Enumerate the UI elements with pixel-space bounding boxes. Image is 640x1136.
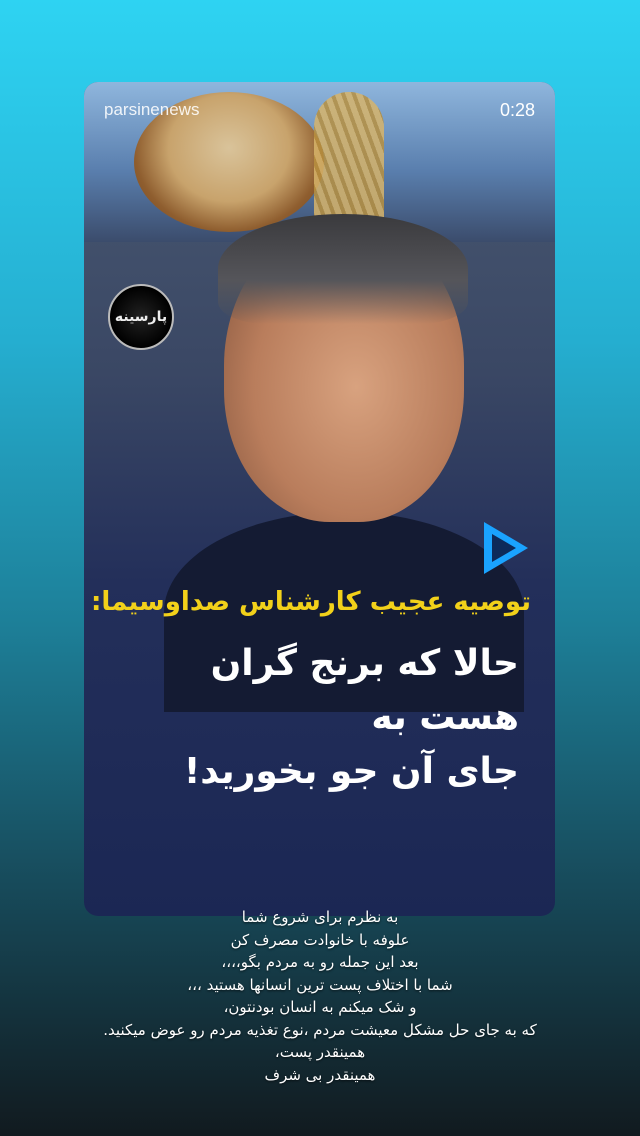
headline: حالا که برنج گران هست به جای آن جو بخوری…: [99, 637, 519, 799]
video-timer: 0:28: [499, 100, 535, 120]
caption-line: همینقدر پست،: [274, 1043, 366, 1061]
headline-line: حالا که برنج گران هست به: [210, 643, 519, 738]
account-watermark: parsinenews: [104, 100, 200, 119]
play-logo-icon: [484, 522, 528, 574]
caption-line: به نظرم برای شروع شما: [241, 908, 399, 926]
parsine-logo-icon: پارسینه: [108, 284, 174, 350]
caption-line: علوفه با خانوادت مصرف کن: [230, 930, 410, 949]
caption-line: شما با اختلاف پست ترین انسانها هستید ،،،: [187, 975, 453, 994]
caption-line: بعد این جمله رو به مردم بگو،،،،: [221, 953, 419, 971]
logo-text: پارسینه: [114, 309, 168, 325]
caption-line: همینقدر بی شرف: [264, 1065, 376, 1084]
story-video-card[interactable]: parsinenews 0:28 پارسینه توصیه عجیب کارش…: [84, 82, 555, 916]
speaker-hair: [218, 214, 468, 324]
caption-line: که به جای حل مشکل معیشت مردم ،نوع تغذیه …: [103, 1020, 537, 1039]
story-caption: به نظرم برای شروع شما علوفه با خانوادت م…: [0, 906, 640, 1086]
speaker-image: [164, 214, 524, 712]
tag-line: توصیه عجیب کارشناس صداوسیما:: [90, 587, 531, 617]
caption-line: و شک میکنم به انسان بودنتون،: [223, 998, 417, 1016]
headline-line: جای آن جو بخورید!: [183, 751, 519, 792]
